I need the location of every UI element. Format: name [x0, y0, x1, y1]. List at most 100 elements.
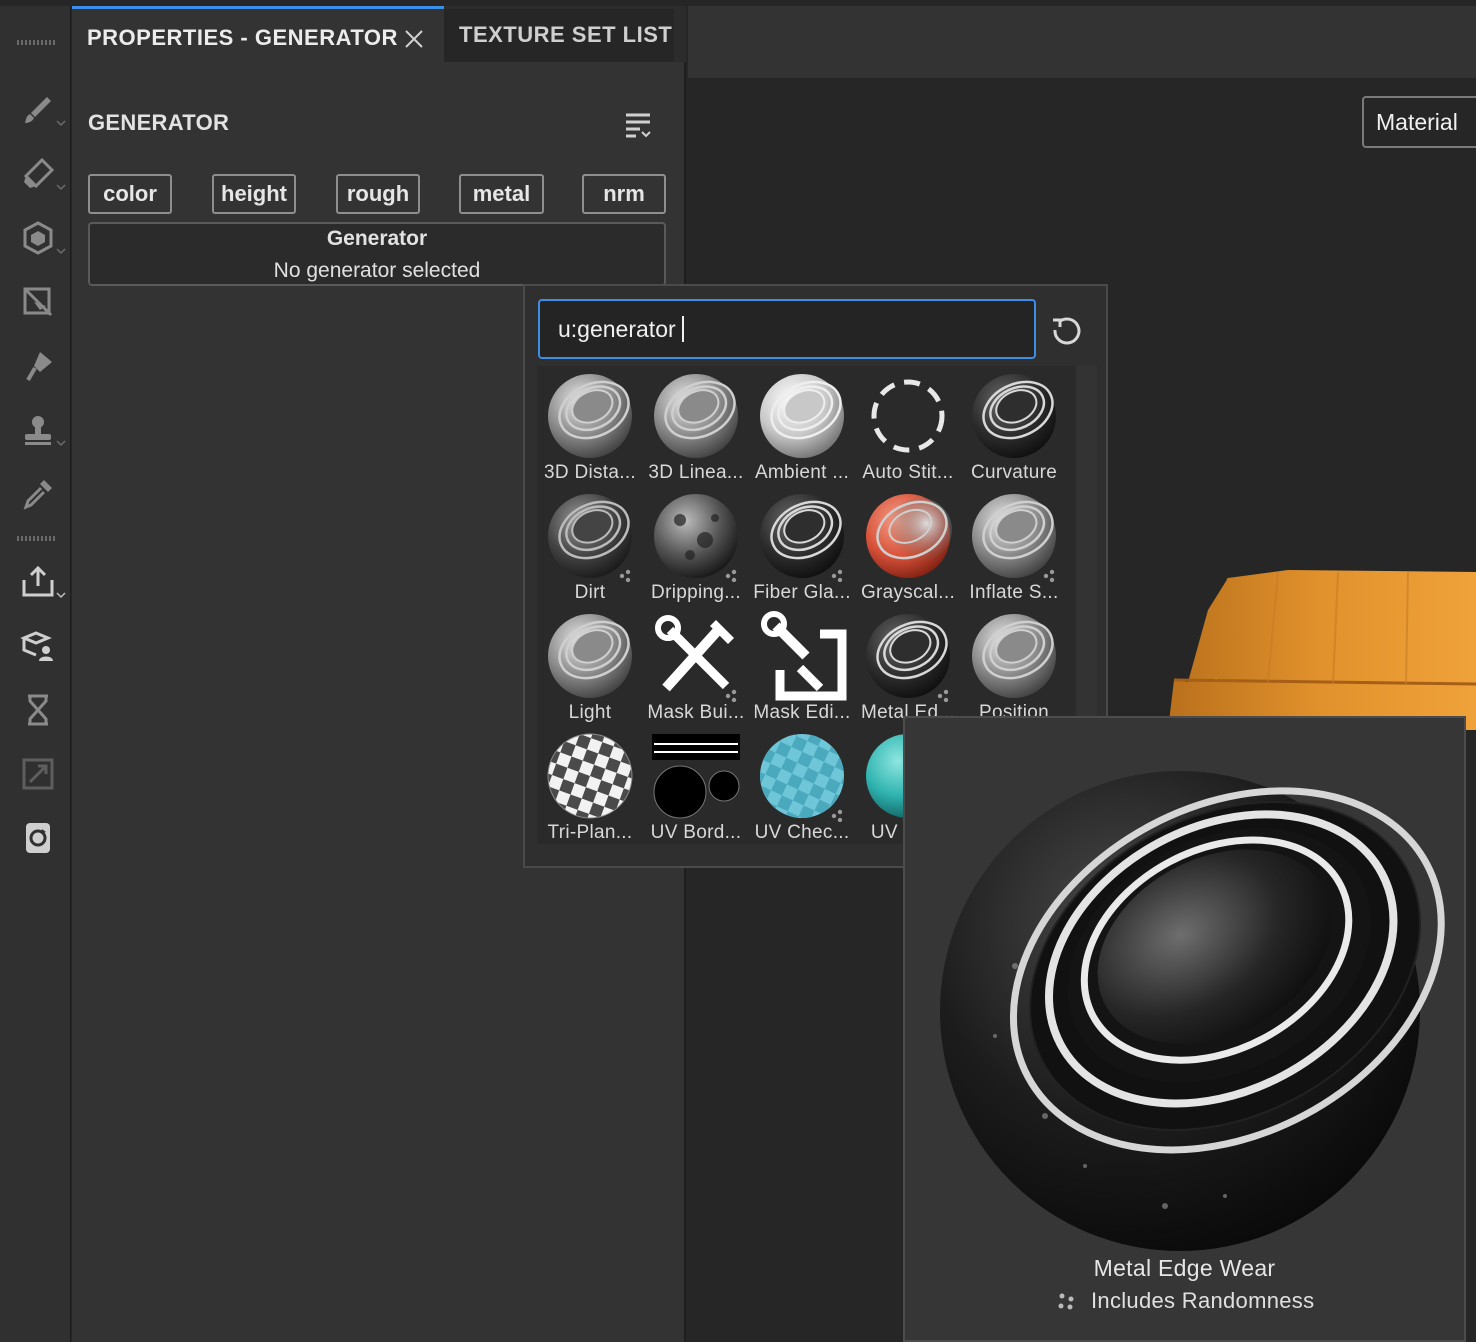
- generator-item-label: Grayscal...: [860, 582, 956, 603]
- generator-item[interactable]: Grayscal...: [855, 486, 961, 606]
- generator-item[interactable]: Inflate S...: [961, 486, 1067, 606]
- preview-randomness-note: Includes Randomness: [1055, 1288, 1314, 1314]
- generator-item-label: 3D Dista...: [544, 462, 636, 483]
- paint-brush-tool[interactable]: [14, 86, 66, 134]
- generator-item-label: Mask Bui...: [647, 702, 745, 723]
- generator-item-label: UV Chec...: [754, 822, 850, 843]
- dark-ringed-sphere-thumbnail: [760, 494, 844, 582]
- channel-nrm-button[interactable]: nrm: [582, 174, 666, 214]
- polygon-fill-tool[interactable]: [14, 278, 62, 326]
- dashed-circle-thumbnail: [871, 379, 945, 453]
- generator-item[interactable]: Auto Stit...: [855, 366, 961, 486]
- generator-selector-status: No generator selected: [273, 259, 481, 282]
- channel-height-button[interactable]: height: [212, 174, 296, 214]
- left-toolbar: [0, 6, 71, 1342]
- preview-randomness-label: Includes Randomness: [1091, 1288, 1315, 1313]
- clone-stamp-icon: [25, 416, 51, 445]
- channel-color-button[interactable]: color: [88, 174, 172, 214]
- generator-selector[interactable]: Generator No generator selected: [88, 222, 666, 286]
- generator-item[interactable]: Mask Edi...: [749, 606, 855, 726]
- toolbar-grip[interactable]: [17, 536, 57, 541]
- tab-properties-generator[interactable]: PROPERTIES - GENERATOR: [72, 6, 444, 62]
- channel-metal-button[interactable]: metal: [459, 174, 544, 214]
- uv-checker-sphere-thumbnail: [760, 734, 844, 822]
- paintbrush-icon: [25, 97, 51, 123]
- generator-item[interactable]: Mask Bui...: [643, 606, 749, 726]
- generator-item[interactable]: Position: [961, 606, 1067, 726]
- chrome-sphere-bright-thumbnail: [760, 374, 844, 458]
- generator-item-label: Dripping...: [651, 582, 741, 603]
- tab-texture-set-list[interactable]: TEXTURE SET LIST: [444, 9, 674, 62]
- projection-tool[interactable]: [14, 214, 66, 262]
- hourglass-icon: [28, 694, 48, 726]
- history-tool[interactable]: [14, 686, 62, 734]
- eyedropper-icon: [23, 480, 52, 510]
- chevron-down-icon: [56, 592, 66, 599]
- generator-item[interactable]: Curvature: [961, 366, 1067, 486]
- section-title: GENERATOR: [88, 110, 230, 135]
- chrome-sphere-thumbnail: [654, 374, 738, 458]
- generator-item[interactable]: Ambient ...: [749, 366, 855, 486]
- smudge-icon: [26, 352, 52, 382]
- reset-icon[interactable]: [1049, 312, 1085, 348]
- generator-item-label: Tri-Plan...: [547, 822, 633, 843]
- chevron-down-icon: [56, 248, 66, 255]
- metal-edge-wear-preview-image: [940, 771, 1445, 1251]
- search-input-value: u:generator: [558, 315, 676, 342]
- randomness-icon: [1058, 1293, 1074, 1310]
- chrome-sphere-thumbnail: [548, 374, 632, 458]
- sync-document-icon: [26, 823, 50, 853]
- chevron-down-icon: [56, 184, 66, 191]
- generator-item[interactable]: Light: [537, 606, 643, 726]
- dark-ringed-sphere-thumbnail: [866, 614, 950, 702]
- toolbar-grip[interactable]: [17, 40, 57, 45]
- dripping-sphere-thumbnail: [654, 494, 738, 582]
- export-icon: [22, 565, 54, 597]
- red-sphere-thumbnail: [866, 494, 952, 578]
- filter-menu-icon[interactable]: [622, 109, 654, 141]
- material-mode-button[interactable]: Material: [1362, 96, 1476, 148]
- generator-item-label: Curvature: [970, 462, 1058, 483]
- sync-tool[interactable]: [14, 814, 62, 862]
- generator-selector-title: Generator: [326, 227, 428, 250]
- panel-tab-bar: PROPERTIES - GENERATOR TEXTURE SET LIST: [72, 6, 686, 62]
- generator-preview-tooltip: Metal Edge Wear Includes Randomness: [903, 716, 1466, 1342]
- channel-rough-button[interactable]: rough: [336, 174, 420, 214]
- bake-mesh-icon: [20, 631, 53, 661]
- eraser-tool[interactable]: [14, 150, 66, 198]
- chevron-down-icon: [56, 120, 66, 127]
- wrench-anchor-icon-thumbnail: [761, 611, 847, 701]
- polygon-fill-icon: [23, 287, 53, 317]
- generator-item[interactable]: Dirt: [537, 486, 643, 606]
- clone-tool[interactable]: [14, 406, 66, 454]
- generator-item-label: Inflate S...: [969, 582, 1059, 603]
- bake-tool[interactable]: [14, 622, 62, 670]
- generator-item-label: Mask Edi...: [753, 702, 851, 723]
- generator-item[interactable]: 3D Linea...: [643, 366, 749, 486]
- generator-item-label: Fiber Gla...: [753, 582, 851, 603]
- expand-tool[interactable]: [14, 750, 62, 798]
- generator-item[interactable]: UV Bord...: [643, 726, 749, 844]
- generator-item-label: Light: [568, 702, 612, 723]
- export-tool[interactable]: [14, 558, 66, 606]
- close-icon[interactable]: [402, 27, 426, 51]
- checker-sphere-thumbnail: [547, 733, 633, 819]
- eraser-icon: [23, 157, 55, 189]
- viewport-header: [688, 6, 1476, 78]
- generator-item-label: Ambient ...: [754, 462, 850, 483]
- generator-item[interactable]: Metal Ed...: [855, 606, 961, 726]
- dirt-sphere-thumbnail: [548, 494, 632, 582]
- chrome-sphere-thumbnail: [972, 494, 1056, 582]
- search-input[interactable]: u:generator: [538, 299, 1036, 359]
- color-picker-tool[interactable]: [14, 470, 62, 518]
- generator-item[interactable]: 3D Dista...: [537, 366, 643, 486]
- generator-item[interactable]: UV Chec...: [749, 726, 855, 844]
- generator-item[interactable]: Fiber Gla...: [749, 486, 855, 606]
- generator-item[interactable]: Dripping...: [643, 486, 749, 606]
- mesh-model: [1168, 570, 1476, 730]
- cube-projection-icon: [23, 221, 53, 255]
- chevron-down-icon: [56, 440, 66, 447]
- tab-properties-label: PROPERTIES - GENERATOR: [87, 25, 398, 50]
- smudge-tool[interactable]: [14, 342, 62, 390]
- generator-item[interactable]: Tri-Plan...: [537, 726, 643, 844]
